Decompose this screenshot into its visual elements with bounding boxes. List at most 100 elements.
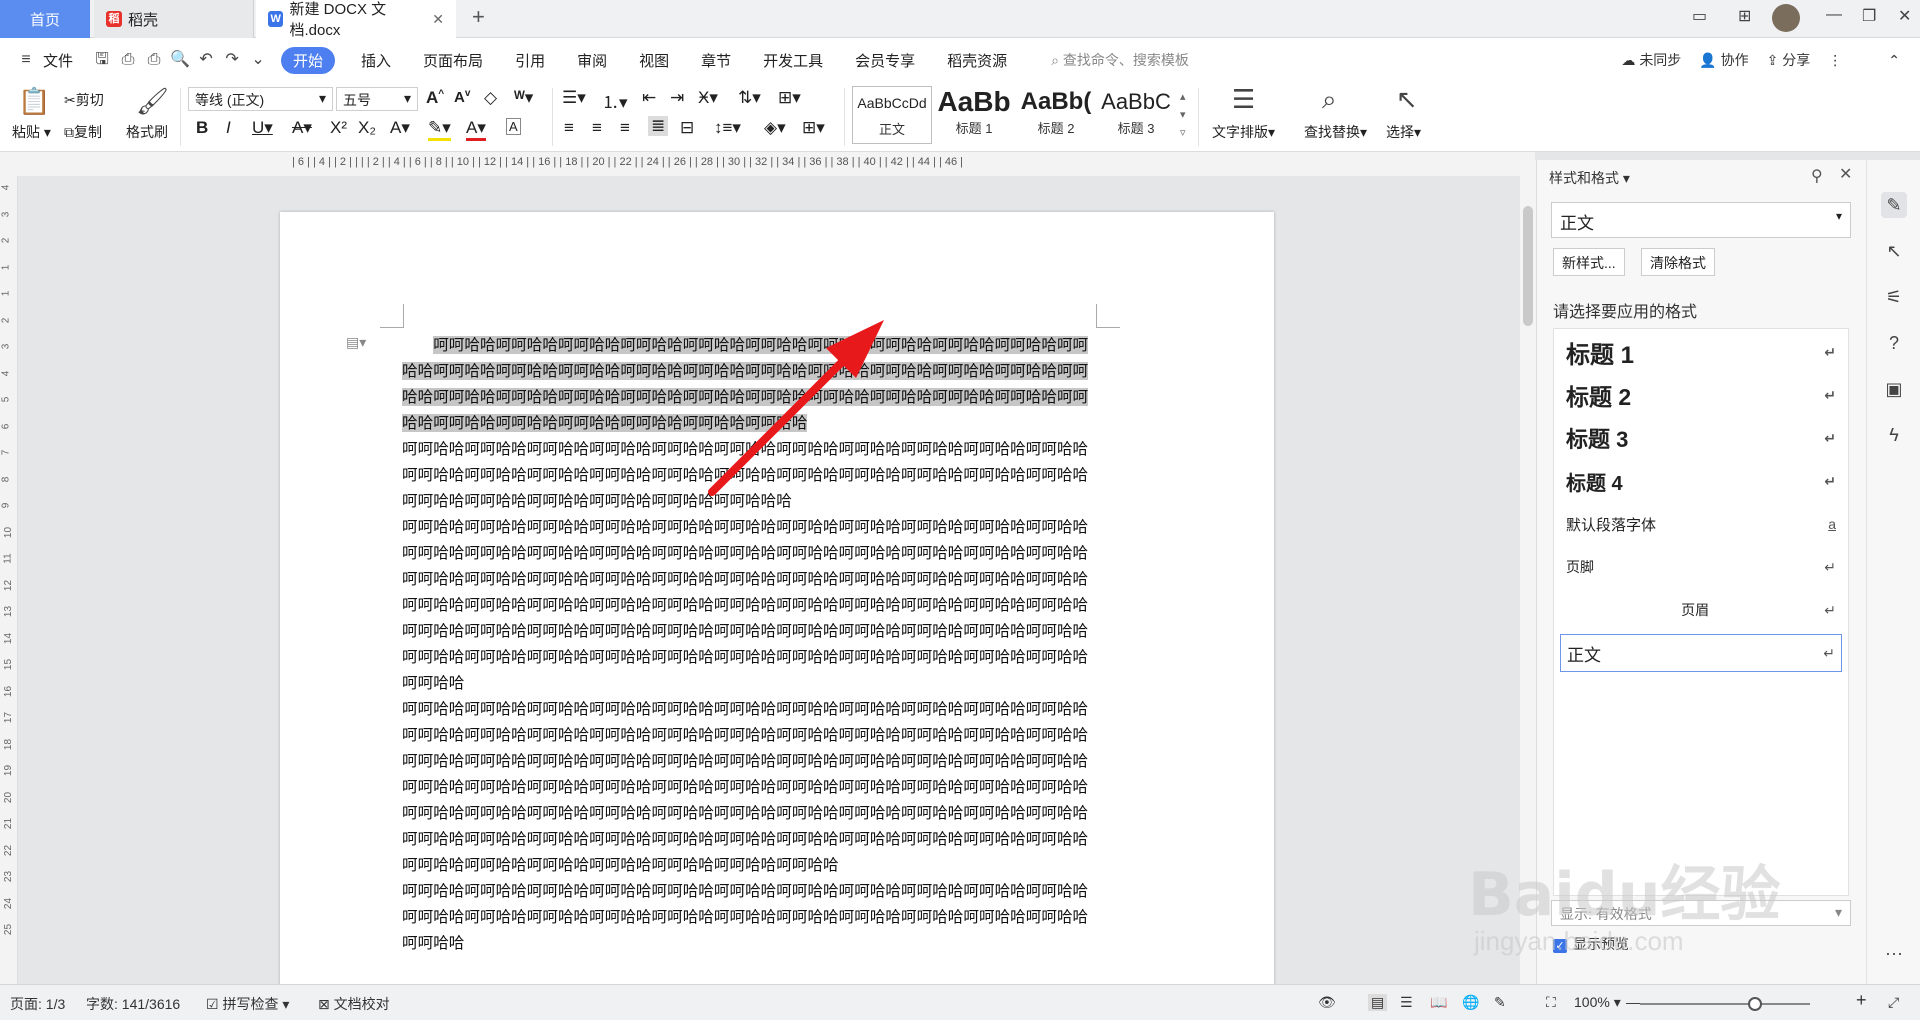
menu-insert[interactable]: 插入 [361,50,391,71]
tab-home[interactable]: 首页 [0,0,90,38]
paragraph-options-icon[interactable]: ▤▾ [346,334,366,351]
document-body[interactable]: 呵呵哈哈呵呵哈哈呵呵哈哈呵呵哈哈呵呵哈哈呵呵哈哈呵呵哈哈呵呵哈哈呵呵哈哈呵呵哈哈… [402,332,1096,956]
underline-icon[interactable]: U▾ [252,118,273,138]
zoom-slider-handle[interactable] [1748,997,1762,1011]
bullet-list-icon[interactable]: ☰▾ [562,88,586,108]
align-justify-icon[interactable]: ≣ [648,116,669,136]
restore-icon[interactable]: ❐ [1862,6,1876,26]
menu-review[interactable]: 审阅 [577,50,607,71]
document-paragraph[interactable]: 呵呵哈哈呵呵哈哈呵呵哈哈呵呵哈哈呵呵哈哈呵呵哈哈呵呵哈哈呵呵哈哈呵呵哈哈呵呵哈哈… [402,878,1096,956]
collab-button[interactable]: 👤 协作 [1699,50,1748,70]
menu-chapter[interactable]: 章节 [701,50,731,71]
undo-icon[interactable]: ↶ [196,50,216,70]
close-icon[interactable]: ✕ [1839,164,1852,184]
menu-daoke-resources[interactable]: 稻壳资源 [947,50,1007,71]
menu-developer[interactable]: 开发工具 [763,50,823,71]
proofread-button[interactable]: ⊠ 文档校对 [318,994,390,1014]
tab-document[interactable]: W 新建 DOCX 文档.docx ✕ [256,0,456,39]
outline-view-icon[interactable]: ☰ [1400,994,1413,1011]
borders-icon[interactable]: ⊞▾ [802,118,825,138]
window-layout-icon[interactable]: ▭ [1692,6,1707,26]
page-view-icon[interactable]: ▤ [1368,994,1388,1011]
more-icon[interactable]: ⋮ [1828,52,1842,69]
clear-format-button[interactable]: 清除格式 [1641,248,1715,276]
read-view-icon[interactable]: 📖 [1430,994,1447,1011]
share-button[interactable]: ⇪ 分享 [1767,50,1811,70]
adjust-sliders-icon[interactable]: ⚟ [1881,284,1907,310]
new-tab-icon[interactable]: + [472,4,485,30]
format-painter-icon[interactable]: 🖌 [136,86,169,117]
bold-icon[interactable]: B [196,118,208,138]
text-direction-icon[interactable]: ⇅▾ [738,88,761,108]
menu-page-layout[interactable]: 页面布局 [423,50,483,71]
find-icon[interactable]: ⌕ [1322,84,1337,116]
grow-font-icon[interactable]: A^ [426,88,444,108]
find-replace-button[interactable]: 查找替换▾ [1304,122,1367,142]
menu-file[interactable]: 文件 [43,50,73,71]
current-style-select[interactable]: 正文 ▾ [1551,202,1851,238]
styles-pen-icon[interactable]: ✎ [1881,192,1907,218]
style-tile-heading1[interactable]: AaBb 标题 1 [934,86,1014,144]
styles-scroll-icon[interactable]: ▴ ▾ ▿ [1180,88,1186,142]
cut-button[interactable]: ✂剪切 [64,90,104,110]
style-item-heading4[interactable]: 标题 4 ↵ [1560,462,1842,500]
font-family-select[interactable]: 等线 (正文) ▾ [188,87,333,111]
style-tile-heading2[interactable]: AaBb( 标题 2 [1016,86,1096,144]
text-layout-icon[interactable]: ☰ [1232,84,1255,115]
paste-icon[interactable]: 📋 [18,86,50,117]
text-layout-button[interactable]: 文字排版▾ [1212,122,1275,142]
text-effect-icon[interactable]: A▾ [390,118,410,138]
style-item-heading1[interactable]: 标题 1 ↵ [1560,333,1842,371]
table-insert-icon[interactable]: ⊞▾ [778,88,801,108]
shrink-font-icon[interactable]: Av [454,88,470,106]
tab-daoke[interactable]: 稻 稻壳 [94,0,254,38]
horizontal-ruler[interactable]: | 6 | | 4 | | 2 | | | | 2 | | 4 | | 6 | … [0,152,1535,176]
pin-icon[interactable]: ⚲ [1811,166,1823,186]
copy-button[interactable]: ⧉复制 [64,122,102,142]
document-paragraph[interactable]: 呵呵哈哈呵呵哈哈呵呵哈哈呵呵哈哈呵呵哈哈呵呵哈哈呵呵哈哈呵呵哈哈呵呵哈哈呵呵哈哈… [402,696,1096,878]
style-tile-normal[interactable]: AaBbCcDd 正文 [852,86,932,144]
distributed-align-icon[interactable]: ⊟ [680,118,694,138]
char-border-icon[interactable]: A [506,118,521,135]
document-area[interactable]: ▤▾ 呵呵哈哈呵呵哈哈呵呵哈哈呵呵哈哈呵呵哈哈呵呵哈哈呵呵哈哈呵呵哈哈呵呵哈哈呵… [18,176,1520,984]
style-item-footer[interactable]: 页脚 ↵ [1560,548,1842,586]
minimize-icon[interactable]: — [1826,6,1842,24]
style-item-header[interactable]: 页眉 ↵ [1560,591,1842,629]
zoom-in-icon[interactable]: + [1856,990,1867,1011]
align-left-icon[interactable]: ≡ [564,118,574,138]
zoom-slider[interactable] [1640,1003,1810,1005]
font-size-select[interactable]: 五号 ▾ [336,87,418,111]
style-item-default-font[interactable]: 默认段落字体 a [1560,505,1842,543]
lightning-icon[interactable]: ϟ [1881,422,1907,448]
web-view-icon[interactable]: 🌐 [1462,994,1479,1011]
subscript-icon[interactable]: X₂ [358,118,376,138]
hamburger-icon[interactable]: ≡ [16,50,36,70]
chinese-layout-icon[interactable]: Ӿ▾ [698,88,718,108]
save-icon[interactable]: 🖫 [92,50,112,70]
spell-check-button[interactable]: ☑ 拼写检查 ▾ [206,994,289,1014]
style-item-normal[interactable]: 正文 ↵ [1560,634,1842,672]
italic-icon[interactable]: I [226,118,231,138]
eye-icon[interactable]: 👁 [1318,994,1336,1011]
style-item-heading2[interactable]: 标题 2 ↵ [1560,376,1842,414]
close-icon[interactable]: ✕ [432,11,444,28]
strikethrough-icon[interactable]: A▾ [292,118,312,138]
format-painter-button[interactable]: 格式刷 [126,122,168,142]
numbered-list-icon[interactable]: ⒈▾ [602,88,628,113]
panel-title[interactable]: 样式和格式 ▾ [1549,168,1630,188]
align-center-icon[interactable]: ≡ [592,118,602,138]
superscript-icon[interactable]: X² [330,118,347,138]
menu-view[interactable]: 视图 [639,50,669,71]
scrollbar-thumb[interactable] [1523,206,1533,326]
quick-access-more-icon[interactable]: ⌄ [248,50,268,70]
more-icon[interactable]: ··· [1881,940,1907,966]
paste-button[interactable]: 粘贴 ▾ [12,122,51,142]
command-search[interactable]: ⌕ 查找命令、搜索模板 [1051,50,1189,70]
image-tool-icon[interactable]: ▣ [1881,376,1907,402]
decrease-indent-icon[interactable]: ⇤ [642,88,656,108]
line-spacing-icon[interactable]: ↕≡▾ [714,118,741,138]
page-indicator[interactable]: 页面: 1/3 [10,994,65,1014]
print-icon[interactable]: ⎙ [144,50,164,70]
phonetic-icon[interactable]: ᵂ▾ [514,88,533,108]
font-color-icon[interactable]: A▾ [466,118,486,141]
